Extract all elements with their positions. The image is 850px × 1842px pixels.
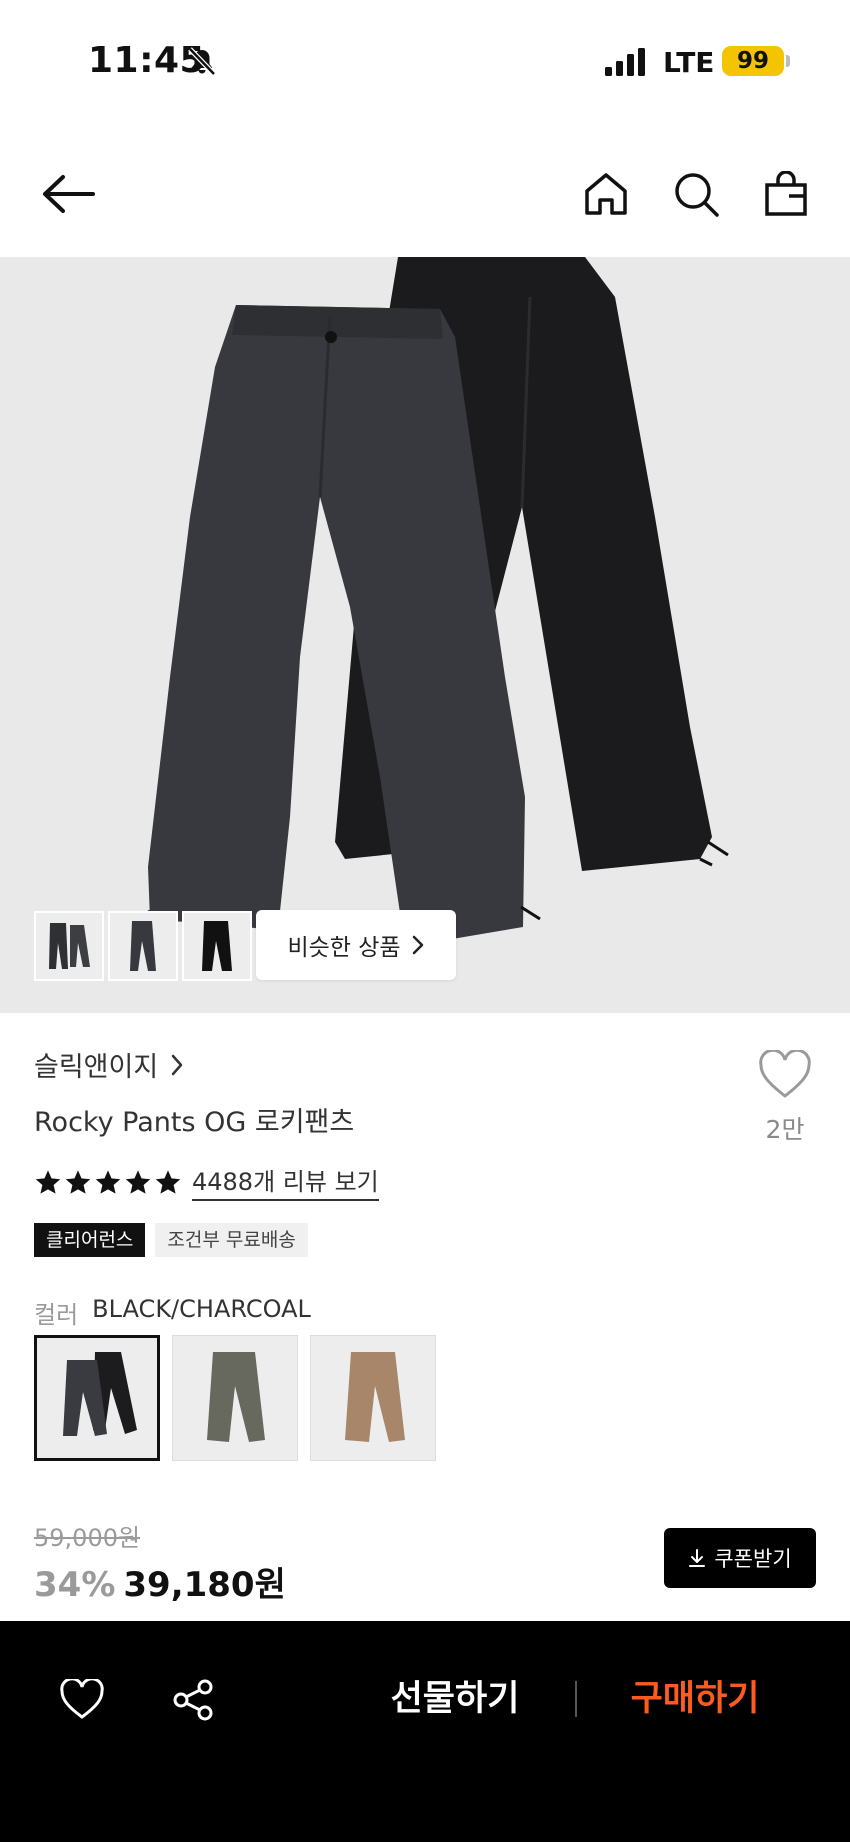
home-button[interactable] xyxy=(578,166,634,222)
review-link[interactable]: 4488개 리뷰 보기 xyxy=(192,1162,379,1201)
star-icon xyxy=(35,1169,61,1194)
status-bar: 11:45 LTE 99 xyxy=(0,0,850,125)
star-icon xyxy=(155,1169,181,1194)
price-row: 34% 39,180원 xyxy=(34,1557,286,1606)
thumbnail[interactable] xyxy=(34,911,104,981)
similar-products-button[interactable]: 비슷한 상품 xyxy=(256,910,456,980)
gift-button[interactable]: 선물하기 xyxy=(380,1671,530,1727)
brand-link[interactable]: 슬릭앤이지 xyxy=(34,1045,184,1084)
thumbnail-image xyxy=(130,921,156,971)
cart-button[interactable] xyxy=(758,166,814,222)
buy-button[interactable]: 구매하기 xyxy=(620,1671,770,1727)
thumbnail-image xyxy=(49,923,90,969)
sale-price: 39,180원 xyxy=(123,1565,286,1605)
divider xyxy=(575,1681,577,1717)
rating-row: 4488개 리뷰 보기 xyxy=(34,1162,379,1201)
discount-rate: 34% xyxy=(34,1565,116,1605)
badge-list: 클리어런스 조건부 무료배송 xyxy=(34,1223,308,1257)
battery-indicator: 99 xyxy=(722,46,784,76)
chevron-right-icon xyxy=(412,935,423,955)
swatch-image xyxy=(207,1352,265,1442)
thumbnail[interactable] xyxy=(108,911,178,981)
top-nav xyxy=(0,150,850,235)
bell-muted-icon xyxy=(188,47,216,76)
network-label: LTE xyxy=(663,46,715,79)
like-count: 2만 xyxy=(765,1115,805,1144)
share-icon xyxy=(173,1679,213,1721)
color-row: 컬러 BLACK/CHARCOAL xyxy=(34,1295,311,1330)
star-rating xyxy=(34,1168,182,1196)
original-price: 59,000원 xyxy=(34,1524,141,1552)
search-icon xyxy=(675,173,719,217)
product-title: Rocky Pants OG 로키팬츠 xyxy=(34,1107,355,1138)
coupon-label: 쿠폰받기 xyxy=(714,1547,792,1571)
color-label: 컬러 xyxy=(34,1301,79,1329)
thumbnail-image xyxy=(202,921,232,971)
color-swatch-gray[interactable] xyxy=(172,1335,298,1461)
brand-name: 슬릭앤이지 xyxy=(34,1052,159,1083)
share-button[interactable] xyxy=(165,1672,221,1728)
swatch-image xyxy=(63,1352,137,1436)
product-image-gallery[interactable]: 비슷한 상품 xyxy=(0,257,850,1013)
color-swatch-black-charcoal[interactable] xyxy=(34,1335,160,1461)
shopping-bag-icon xyxy=(765,171,807,216)
back-button[interactable] xyxy=(40,166,96,222)
product-photo xyxy=(139,257,729,947)
color-swatch-beige[interactable] xyxy=(310,1335,436,1461)
chevron-right-icon xyxy=(171,1054,183,1075)
home-icon xyxy=(585,173,627,215)
bottom-action-bar: 선물하기 구매하기 xyxy=(0,1621,850,1842)
download-icon xyxy=(689,1549,706,1567)
battery-tip xyxy=(786,55,790,67)
color-value: BLACK/CHARCOAL xyxy=(92,1295,311,1323)
signal-icon xyxy=(605,48,645,76)
arrow-left-icon xyxy=(43,175,95,213)
thumbnail-strip xyxy=(34,911,252,981)
wishlist-button[interactable] xyxy=(54,1672,110,1728)
like-button[interactable]: 2만 xyxy=(750,1048,820,1146)
free-shipping-badge: 조건부 무료배송 xyxy=(155,1223,308,1257)
similar-products-label: 비슷한 상품 xyxy=(287,935,401,961)
clearance-badge: 클리어런스 xyxy=(34,1223,146,1257)
star-icon xyxy=(65,1169,91,1194)
star-icon xyxy=(95,1169,121,1194)
heart-icon xyxy=(759,1048,811,1098)
search-button[interactable] xyxy=(668,166,724,222)
color-swatches xyxy=(34,1335,436,1461)
star-icon xyxy=(125,1169,151,1194)
swatch-image xyxy=(345,1352,405,1442)
thumbnail[interactable] xyxy=(182,911,252,981)
heart-icon xyxy=(60,1679,104,1719)
coupon-button[interactable]: 쿠폰받기 xyxy=(664,1528,816,1588)
